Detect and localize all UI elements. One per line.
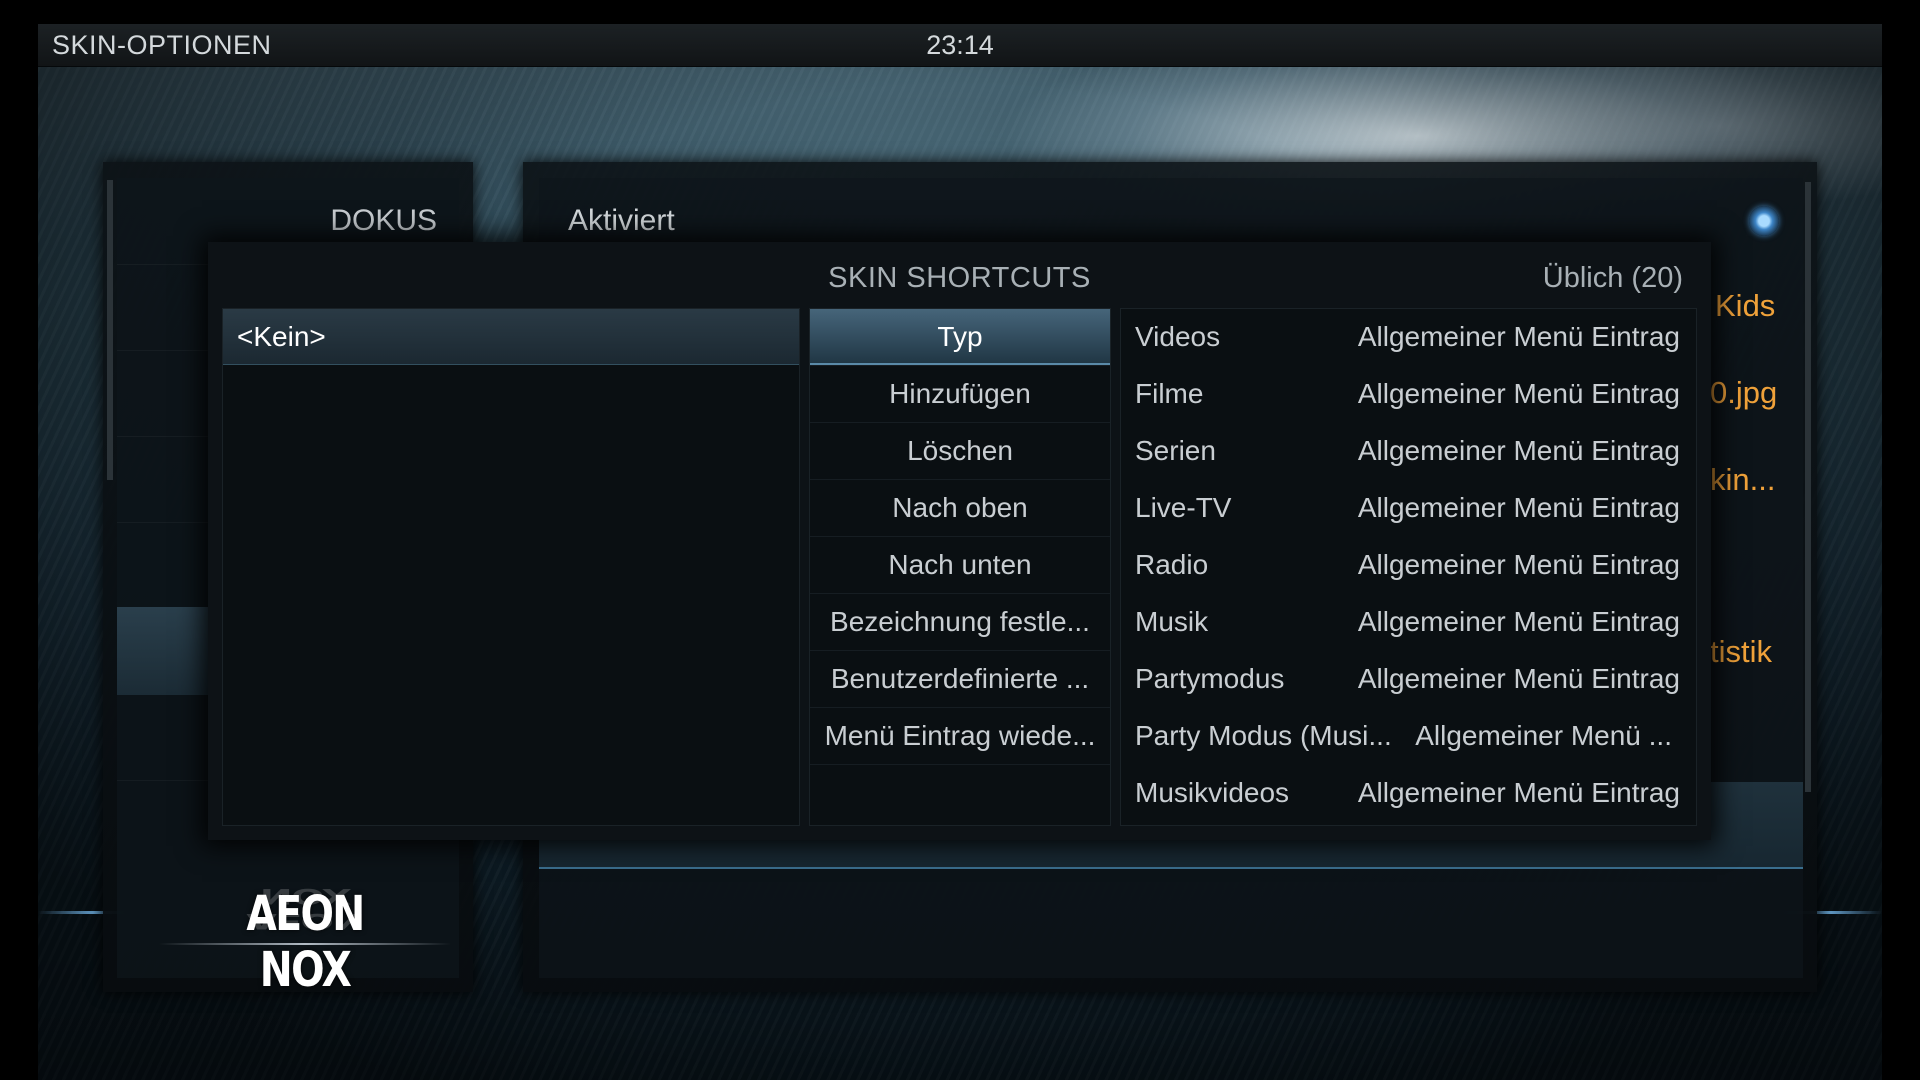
selected-shortcut-list: <Kein> — [222, 308, 800, 826]
item-type: Allgemeiner Menü Eintrag — [1357, 378, 1680, 409]
list-item[interactable]: Radio Allgemeiner Menü Eintrag — [1121, 537, 1696, 594]
aeon-nox-logo: AEON NOX AEON NOX — [159, 883, 451, 998]
logo-glow-line — [159, 943, 451, 945]
move-up-button[interactable]: Nach oben — [810, 480, 1110, 537]
setting-value: 0.jpg — [1710, 375, 1778, 410]
item-name: Party Modus (Musi... — [1135, 720, 1392, 751]
item-type: Allgemeiner Menü Eintrag — [1357, 606, 1680, 637]
skin-shortcuts-dialog: SKIN SHORTCUTS Üblich (20) <Kein> Typ Hi… — [208, 242, 1711, 840]
setting-value: kin... — [1710, 462, 1776, 497]
selected-shortcut-label: <Kein> — [237, 321, 326, 352]
item-name: Videos — [1135, 321, 1221, 352]
scrollbar[interactable] — [1805, 182, 1811, 792]
kodi-screen: SKIN-OPTIONEN 23:14 DOKUS AEON NOX AEON … — [0, 0, 1920, 1080]
list-item[interactable]: Musik Allgemeiner Menü Eintrag — [1121, 594, 1696, 651]
item-type: Allgemeiner Menü Eintrag — [1357, 321, 1680, 352]
item-name: Musikvideos — [1135, 777, 1290, 808]
radio-on-icon[interactable] — [1749, 206, 1779, 236]
item-type: Allgemeiner Menü Eintrag — [1357, 435, 1680, 466]
category-count: Üblich (20) — [1542, 262, 1683, 294]
logo-reflection: AEON NOX — [246, 883, 364, 934]
list-item[interactable]: Live-TV Allgemeiner Menü Eintrag — [1121, 480, 1696, 537]
clock: 23:14 — [926, 30, 994, 60]
list-item[interactable]: Serien Allgemeiner Menü Eintrag — [1121, 423, 1696, 480]
move-down-button[interactable]: Nach unten — [810, 537, 1110, 594]
item-type: Allgemeiner Menü Eintrag — [1357, 663, 1680, 694]
list-item[interactable]: Filme Allgemeiner Menü Eintrag — [1121, 366, 1696, 423]
item-name: Live-TV — [1135, 492, 1232, 523]
item-name: Filme — [1135, 378, 1204, 409]
item-name: Partymodus — [1135, 663, 1285, 694]
setting-aktiviert-label[interactable]: Aktiviert — [568, 204, 675, 238]
scrollbar[interactable] — [107, 180, 113, 480]
item-type: Allgemeiner Menü Eintrag — [1357, 492, 1680, 523]
menu-item-selected[interactable] — [117, 607, 217, 695]
list-item[interactable]: Partymodus Allgemeiner Menü Eintrag — [1121, 651, 1696, 708]
menu-item-dokus[interactable]: DOKUS — [330, 204, 437, 238]
setting-value: Kids — [1715, 288, 1776, 323]
list-item[interactable]: Musikvideos Allgemeiner Menü Eintrag — [1121, 765, 1696, 822]
list-item[interactable]: Videos Allgemeiner Menü Eintrag — [1121, 309, 1696, 366]
item-name: Radio — [1135, 549, 1209, 580]
item-type: Allgemeiner Menü Eintrag — [1357, 549, 1680, 580]
selected-shortcut-item[interactable]: <Kein> — [223, 309, 799, 365]
custom-button[interactable]: Benutzerdefinierte ... — [810, 651, 1110, 708]
restore-item-button[interactable]: Menü Eintrag wiede... — [810, 708, 1110, 765]
top-bar: SKIN-OPTIONEN 23:14 — [38, 24, 1882, 67]
shortcut-list: Videos Allgemeiner Menü Eintrag Filme Al… — [1120, 308, 1697, 826]
item-type: Allgemeiner Menü Eintrag — [1357, 777, 1680, 808]
set-label-button[interactable]: Bezeichnung festle... — [810, 594, 1110, 651]
action-list: Typ Hinzufügen Löschen Nach oben Nach un… — [809, 308, 1111, 826]
dialog-title: SKIN SHORTCUTS — [828, 262, 1091, 294]
delete-button[interactable]: Löschen — [810, 423, 1110, 480]
add-button[interactable]: Hinzufügen — [810, 366, 1110, 423]
typ-button[interactable]: Typ — [810, 309, 1110, 366]
item-type: Allgemeiner Menü ... — [1415, 720, 1672, 751]
setting-value: tistik — [1710, 634, 1772, 669]
list-item[interactable]: Party Modus (Musi... Allgemeiner Menü ..… — [1121, 708, 1696, 765]
item-name: Musik — [1135, 606, 1209, 637]
item-name: Serien — [1135, 435, 1216, 466]
